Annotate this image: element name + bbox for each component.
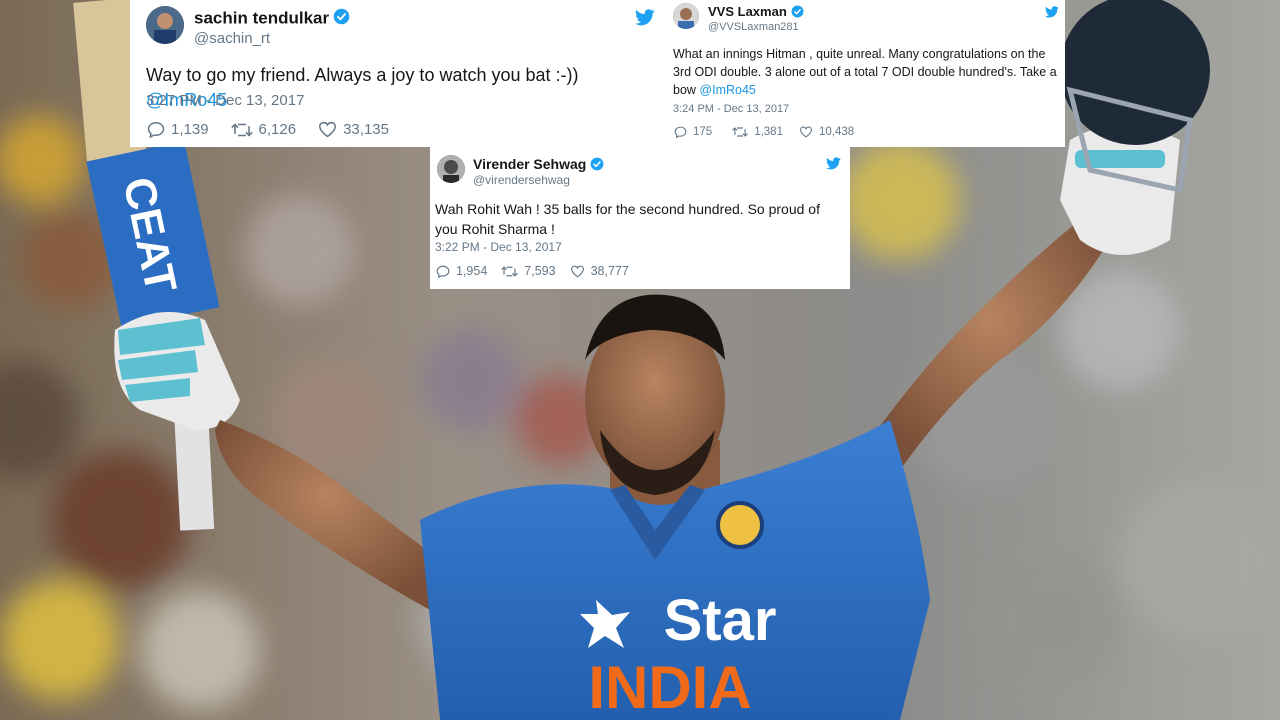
- verified-badge-icon: [590, 157, 604, 174]
- reply-button[interactable]: 1,139: [147, 121, 209, 138]
- retweet-icon: [732, 127, 749, 137]
- reply-count: 1,139: [171, 121, 209, 138]
- reply-button[interactable]: 175: [674, 126, 712, 138]
- tweet-card-sachin-main[interactable]: sachin tendulkar @sachin_rt Way to go my…: [130, 0, 663, 147]
- heart-icon: [319, 121, 337, 138]
- retweet-button[interactable]: 6,126: [230, 121, 297, 138]
- tweet-timestamp[interactable]: 3:27 PM - Dec 13, 2017: [146, 92, 304, 109]
- retweet-button[interactable]: 1,381: [732, 126, 783, 138]
- like-count: 33,135: [343, 121, 389, 138]
- like-count: 10,438: [818, 126, 855, 138]
- jersey-team: INDIA: [588, 654, 751, 720]
- twitter-bird-icon[interactable]: [635, 9, 655, 31]
- reply-icon: [674, 126, 687, 138]
- tweet-author-name[interactable]: Virender Sehwag: [473, 156, 604, 174]
- retweet-count: 6,126: [258, 121, 297, 138]
- retweet-icon: [230, 122, 253, 137]
- avatar-sehwag[interactable]: [437, 155, 465, 183]
- tweet-timestamp[interactable]: 3:24 PM - Dec 13, 2017: [673, 103, 789, 115]
- tweet-timestamp[interactable]: 3:22 PM - Dec 13, 2017: [435, 240, 562, 254]
- like-button[interactable]: 10,438: [799, 126, 854, 138]
- retweet-count: 1,381: [754, 126, 783, 138]
- retweet-icon: [501, 265, 519, 277]
- like-count: 38,777: [590, 264, 629, 278]
- like-button[interactable]: 33,135: [318, 121, 389, 138]
- retweet-count: 7,593: [524, 264, 556, 278]
- like-button[interactable]: 38,777: [570, 264, 629, 278]
- heart-icon: [570, 265, 584, 278]
- reply-count: 175: [693, 126, 713, 138]
- verified-badge-icon: [791, 5, 804, 21]
- jersey-sponsor: Star: [664, 588, 777, 653]
- reply-icon: [436, 265, 450, 278]
- avatar-sachin[interactable]: [146, 6, 184, 44]
- twitter-bird-icon[interactable]: [826, 157, 841, 175]
- right-glove: [1060, 125, 1180, 255]
- tweet-author-handle[interactable]: @sachin_rt: [194, 30, 270, 47]
- tweet-author-handle[interactable]: @virendersehwag: [473, 173, 570, 187]
- tweet-text: Wah Rohit Wah ! 35 balls for the second …: [435, 201, 820, 238]
- avatar-laxman[interactable]: [673, 3, 699, 29]
- reply-count: 1,954: [456, 264, 488, 278]
- tweet-card-sehwag[interactable]: Virender Sehwag @virendersehwag Wah Rohi…: [430, 147, 850, 289]
- tweet-author-name[interactable]: sachin tendulkar: [194, 8, 350, 30]
- mention-link[interactable]: @ImRo45: [699, 83, 755, 97]
- reply-icon: [147, 121, 165, 138]
- retweet-button[interactable]: 7,593: [501, 264, 556, 278]
- twitter-bird-icon[interactable]: [1045, 5, 1059, 23]
- heart-icon: [799, 126, 812, 138]
- tweet-text: What an innings Hitman , quite unreal. M…: [673, 47, 1057, 98]
- reply-button[interactable]: 1,954: [436, 264, 487, 278]
- tweet-author-name[interactable]: VVS Laxman: [708, 4, 804, 21]
- verified-badge-icon: [333, 8, 350, 30]
- tweet-card-laxman[interactable]: VVS Laxman @VVSLaxman281 What an innings…: [663, 0, 1065, 147]
- tweet-author-handle[interactable]: @VVSLaxman281: [708, 21, 799, 33]
